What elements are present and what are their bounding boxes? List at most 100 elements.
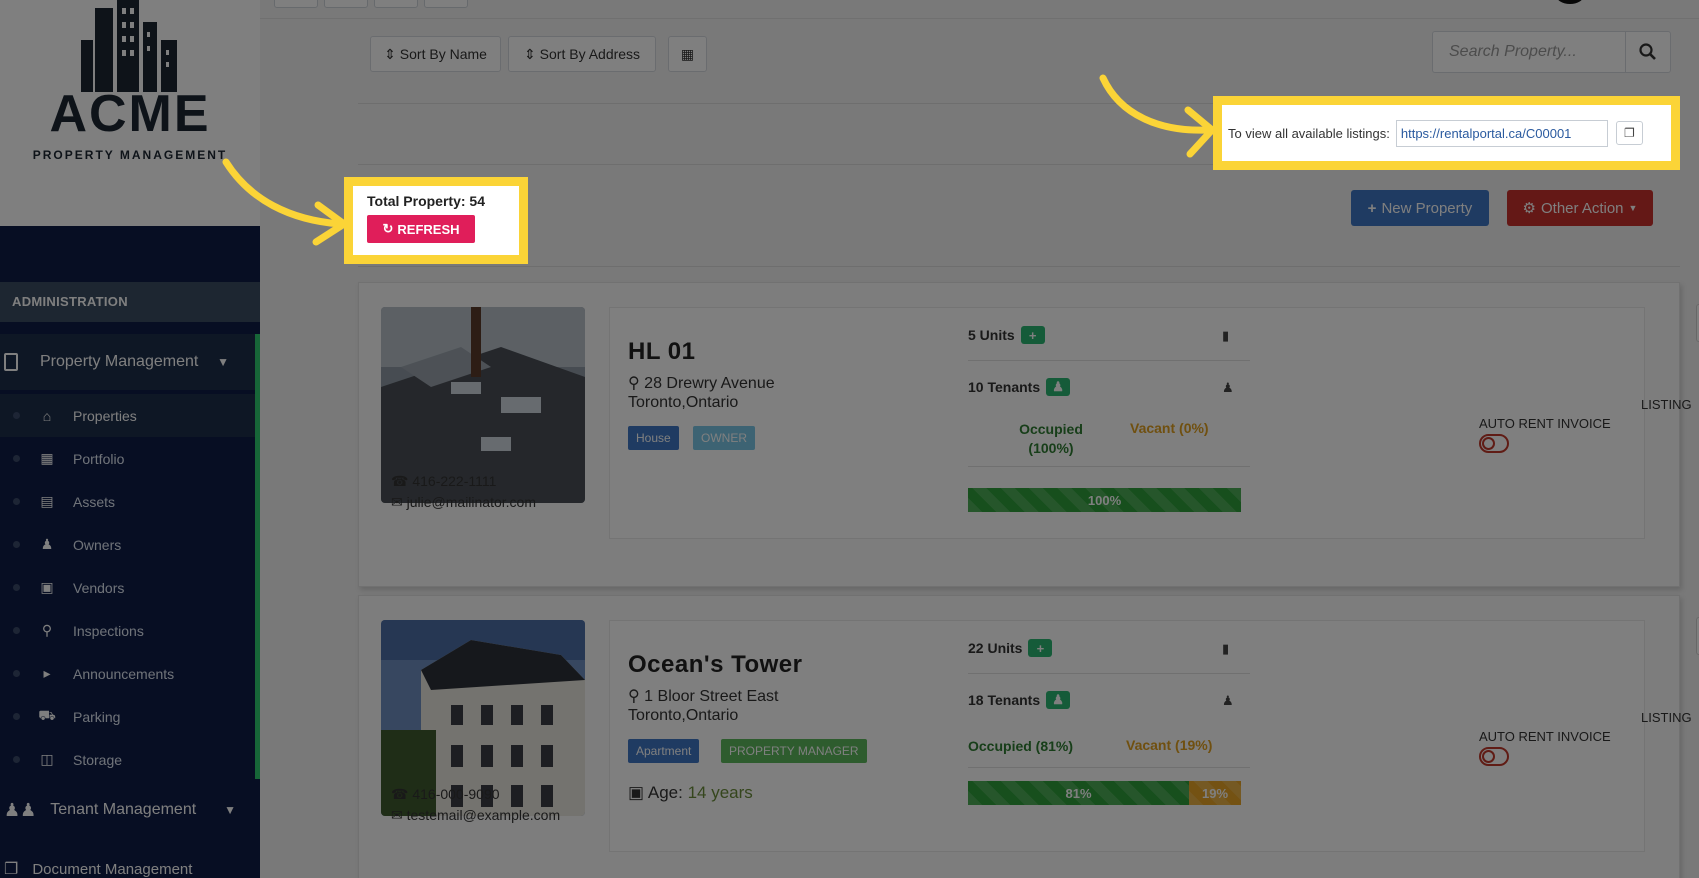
top-tab-button[interactable] <box>374 0 418 8</box>
email-address: julie@mailinator.com <box>406 494 536 510</box>
add-tenant-button[interactable]: ♟ <box>1046 691 1071 709</box>
avatar[interactable] <box>1556 0 1584 4</box>
sidebar-item-portfolio[interactable]: ▦ Portfolio <box>0 437 255 480</box>
tenants-count: 10 Tenants <box>968 379 1041 395</box>
bookmark-icon[interactable]: ▮ <box>1222 328 1229 344</box>
phone-icon: ☎ <box>391 473 409 489</box>
role-tag: OWNER <box>693 426 755 450</box>
units-count: 22 Units <box>968 640 1023 656</box>
email[interactable]: ✉ julie@mailinator.com <box>391 494 536 511</box>
sidebar-item-owners[interactable]: ♟ Owners <box>0 523 255 566</box>
divider <box>358 164 1213 165</box>
sidebar-item-tenant-management[interactable]: ♟♟ Tenant Management ▼ <box>0 790 260 830</box>
search-input[interactable]: Search Property... <box>1432 31 1625 73</box>
top-tab-button[interactable] <box>324 0 368 8</box>
divider <box>968 767 1250 768</box>
add-unit-button[interactable]: + <box>1028 639 1053 657</box>
sort-by-address-label: Sort By Address <box>539 46 641 62</box>
building-logo-icon <box>81 0 177 92</box>
sidebar-item-parking[interactable]: ⛟ Parking <box>0 695 255 738</box>
sidebar-item-document-management[interactable]: ❐ Document Management <box>0 854 260 878</box>
documents-icon: ❐ <box>4 861 19 878</box>
bullet-dot <box>13 412 20 419</box>
sidebar-item-inspections[interactable]: ⚲ Inspections <box>0 609 255 652</box>
listing-url-field[interactable]: https://rentalportal.ca/C00001 <box>1395 119 1608 147</box>
table-view-button[interactable]: ▦ <box>668 36 707 72</box>
sidebar-item-properties[interactable]: ⌂ Properties <box>0 394 255 437</box>
occupied-bar-fill: 100% <box>968 488 1241 512</box>
arrow-to-listing-link <box>1099 74 1212 134</box>
search-icon: ⚲ <box>41 622 53 638</box>
user-icon: ♟ <box>40 536 54 552</box>
auto-rent-invoice-label: AUTO RENT INVOICE <box>1479 729 1611 744</box>
sort-icon: ⇕ <box>523 45 536 62</box>
auto-rent-invoice-toggle[interactable] <box>1479 434 1509 453</box>
copy-url-button[interactable]: ❐ <box>1615 121 1643 145</box>
refresh-button[interactable]: ↻ REFRESH <box>367 215 475 243</box>
envelope-icon: ✉ <box>391 807 403 823</box>
other-action-button[interactable]: ⚙ Other Action ▼ <box>1507 190 1653 226</box>
storage-icon: ◫ <box>40 751 54 767</box>
phone-icon: ☎ <box>391 786 409 802</box>
sidebar-item-label: Storage <box>73 751 123 768</box>
auto-rent-invoice-toggle[interactable] <box>1479 747 1509 766</box>
units-stat: 22 Units + <box>968 639 1053 657</box>
logo-subtitle: PROPERTY MANAGEMENT <box>32 148 228 162</box>
sidebar-item-label: Vendors <box>73 579 125 596</box>
refresh-label: REFRESH <box>397 221 460 237</box>
copy-icon: ❐ <box>1623 126 1635 140</box>
sidebar-item-storage[interactable]: ◫ Storage <box>0 738 255 781</box>
sidebar-item-announcements[interactable]: ▸ Announcements <box>0 652 255 695</box>
property-name[interactable]: Ocean's Tower <box>628 651 803 679</box>
briefcase-icon: ▣ <box>40 579 54 595</box>
age-value: 14 years <box>687 783 753 802</box>
tenants-count: 18 Tenants <box>968 692 1041 708</box>
property-name[interactable]: HL 01 <box>628 338 695 366</box>
add-tenant-button[interactable]: ♟ <box>1046 378 1071 396</box>
address-line2: Toronto,Ontario <box>628 707 739 724</box>
portfolio-icon: ▦ <box>40 450 54 466</box>
property-address: ⚲ 28 Drewry Avenue Toronto,Ontario <box>628 374 775 412</box>
top-tab-button[interactable] <box>274 0 318 8</box>
property-card: ☎ 416-222-1111 ✉ julie@mailinator.com HL… <box>358 282 1699 587</box>
sidebar-item-vendors[interactable]: ▣ Vendors <box>0 566 255 609</box>
sidebar: ACME PROPERTY MANAGEMENT ADMINISTRATION … <box>0 0 260 878</box>
units-count: 5 Units <box>968 327 1015 343</box>
sort-by-address-button[interactable]: ⇕ Sort By Address <box>508 36 656 72</box>
bullet-dot <box>13 756 20 763</box>
total-property-highlight: Total Property: 54 ↻ REFRESH <box>344 177 528 264</box>
occupancy-bar: 100% <box>968 488 1241 512</box>
new-property-button[interactable]: + New Property <box>1351 190 1489 226</box>
users-icon[interactable]: ♟ <box>1222 693 1234 709</box>
megaphone-icon: ▸ <box>43 665 51 681</box>
sidebar-item-property-management[interactable]: Property Management ▼ <box>0 334 260 390</box>
role-tag: PROPERTY MANAGER <box>721 739 867 763</box>
document-icon <box>4 353 18 371</box>
bullet-dot <box>13 713 20 720</box>
sort-by-name-button[interactable]: ⇕ Sort By Name <box>370 36 501 72</box>
email[interactable]: ✉ testemail@example.com <box>391 807 560 824</box>
sidebar-item-assets[interactable]: ▤ Assets <box>0 480 255 523</box>
calendar-icon: ▣ <box>628 783 645 802</box>
active-section-indicator <box>255 334 260 779</box>
property-card: ☎ 416-000-9090 ✉ testemail@example.com O… <box>358 595 1699 878</box>
address-line2: Toronto,Ontario <box>628 394 739 411</box>
top-tab-button[interactable] <box>424 0 468 8</box>
users-icon[interactable]: ♟ <box>1222 380 1234 396</box>
bullet-dot <box>13 670 20 677</box>
address-line1: 28 Drewry Avenue <box>644 375 775 392</box>
search-icon <box>1639 43 1656 60</box>
property-address: ⚲ 1 Bloor Street East Toronto,Ontario <box>628 687 778 725</box>
add-unit-button[interactable]: + <box>1020 326 1045 344</box>
search-button[interactable] <box>1625 31 1671 73</box>
tenants-stat: 10 Tenants ♟ <box>968 378 1071 396</box>
listing-link-label: To view all available listings: <box>1228 125 1390 141</box>
bookmark-icon[interactable]: ▮ <box>1222 641 1229 657</box>
age-label: Age: <box>647 783 683 802</box>
car-icon: ⛟ <box>38 707 56 723</box>
arrow-head-listing-link <box>1184 106 1216 158</box>
bullet-dot <box>13 584 20 591</box>
sidebar-item-label: Inspections <box>73 622 144 639</box>
assets-icon: ▤ <box>40 493 54 509</box>
phone-number: 416-222-1111 <box>412 473 497 489</box>
